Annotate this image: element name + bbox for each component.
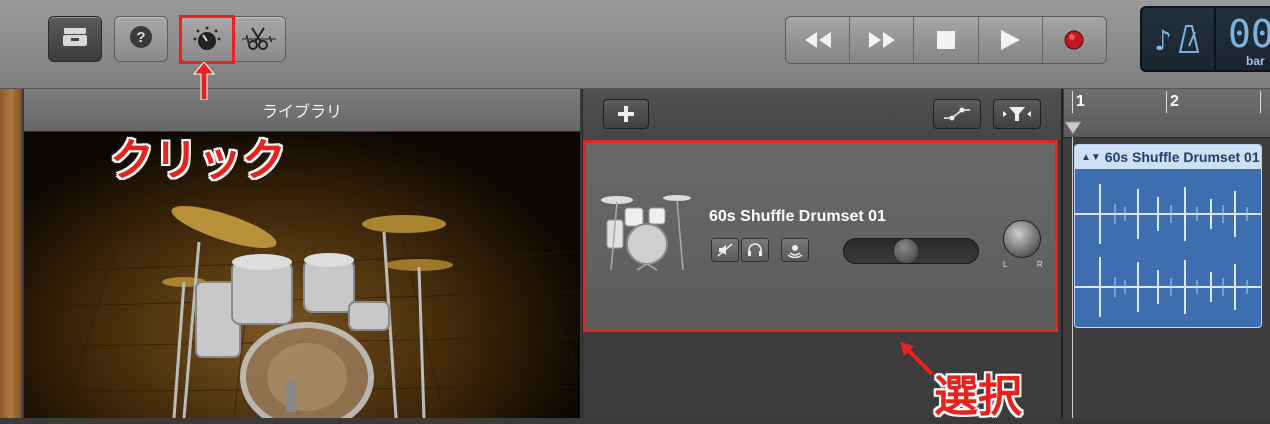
wood-edge [0,89,22,418]
library-header: ライブラリ [24,89,580,132]
transport-controls [785,16,1107,64]
smart-controls-highlight [179,15,235,64]
select-annotation: 選択 [934,371,1022,422]
ruler[interactable]: 1 2 [1064,89,1270,138]
editor-button[interactable] [232,25,286,53]
rewind-icon [804,32,831,48]
track-highlight [583,140,1058,332]
click-arrow-icon [193,62,215,100]
lcd-digits: 00 [1228,12,1270,56]
region-title: 60s Shuffle Drumset 01 [1104,149,1260,165]
metronome-icon[interactable]: ♪ [1154,22,1200,61]
tracks-toolbar [583,89,1063,142]
ruler-tick [1166,91,1167,113]
waveform [1075,184,1261,317]
fast-forward-icon [868,32,895,48]
lcd-divider [1214,8,1216,70]
fast-forward-button[interactable] [850,17,915,63]
ruler-tick [1260,91,1261,113]
click-annotation: クリック [110,135,286,186]
library-button[interactable] [48,16,102,62]
record-button[interactable] [1043,17,1106,63]
arrange-area: 1 2 ▲▼ 60s Shuffle Drumset 01 [1064,89,1270,418]
rewind-button[interactable] [786,17,851,63]
library-panel: ライブラリ [24,89,580,418]
filter-button[interactable] [993,99,1041,129]
record-icon [1064,30,1084,50]
help-button[interactable]: ? [114,16,168,62]
add-track-button[interactable] [603,99,649,129]
ruler-mark-2: 2 [1170,93,1179,110]
stop-button[interactable] [914,17,979,63]
playhead-icon[interactable] [1064,121,1082,135]
select-arrow-icon [900,342,934,376]
ruler-tick [1072,91,1073,113]
svg-text:♪: ♪ [1154,24,1172,56]
playhead-line [1072,137,1073,418]
lcd-bar-label: bar [1246,54,1265,68]
filter-icon [1003,107,1031,121]
library-tray-icon [61,25,89,54]
toolbar: ? ♪ 00 bar [0,0,1270,89]
play-button[interactable] [979,17,1043,63]
loop-arrows-icon: ▲▼ [1081,151,1101,163]
stop-icon [937,31,955,49]
scissors-icon [242,27,277,50]
svg-text:?: ? [136,29,145,46]
audio-region[interactable]: ▲▼ 60s Shuffle Drumset 01 [1074,144,1262,328]
automation-button[interactable] [933,99,981,129]
drumkit-image [24,132,580,418]
play-icon [1001,30,1021,50]
automation-icon [944,107,970,121]
question-mark-icon: ? [128,24,154,55]
library-title: ライブラリ [261,104,342,121]
tracks-divider [1061,89,1063,418]
lcd-display: ♪ 00 bar [1140,6,1270,72]
plus-icon [618,106,634,122]
region-header[interactable]: ▲▼ 60s Shuffle Drumset 01 [1075,145,1261,169]
ruler-mark-1: 1 [1076,93,1085,110]
